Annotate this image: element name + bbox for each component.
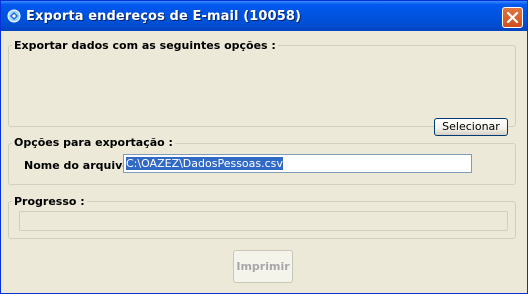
export-emails-dialog: Exporta endereços de E-mail (10058) Expo… [0, 0, 528, 294]
progress-label: Progresso : [12, 195, 87, 208]
title-bar[interactable]: Exporta endereços de E-mail (10058) [1, 1, 527, 31]
export-options-group [8, 45, 516, 127]
close-button[interactable] [502, 7, 523, 28]
export-settings-label: Opções para exportação : [12, 136, 175, 149]
print-button[interactable]: Imprimir [233, 250, 293, 283]
app-icon [7, 9, 21, 23]
progress-bar [19, 211, 508, 231]
filename-input[interactable]: C:\OAZEZ\DadosPessoas.csv [123, 154, 472, 173]
close-icon [506, 11, 519, 24]
select-button[interactable]: Selecionar [434, 118, 508, 136]
window-title: Exporta endereços de E-mail (10058) [26, 9, 302, 24]
filename-value: C:\OAZEZ\DadosPessoas.csv [126, 157, 283, 170]
filename-label: Nome do arquivo [24, 159, 130, 172]
export-options-label: Exportar dados com as seguintes opções : [12, 39, 278, 52]
